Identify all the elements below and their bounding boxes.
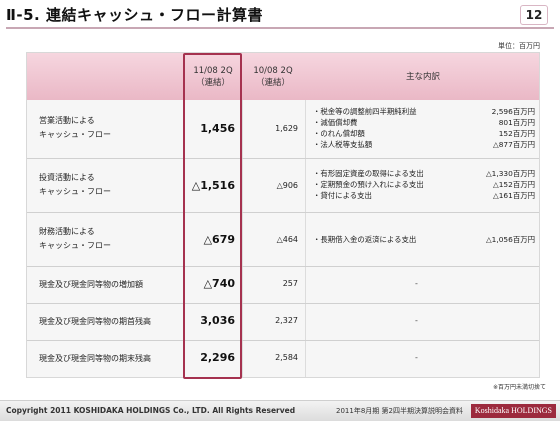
previous-period-value: 2,327 [275,316,298,325]
breakdown-item-amount: 2,596百万円 [491,107,535,116]
breakdown-empty: - [415,316,418,325]
row-label: 現金及び現金同等物の増加額 [39,280,143,289]
previous-period-value: △464 [276,235,298,244]
previous-period-value: 2,584 [275,353,298,362]
row-label-line1: 投資活動による [39,173,95,182]
table-row: 投資活動による キャッシュ・フロー △1,516 △906 ・有形固定資産の取得… [27,159,539,212]
title-divider [6,27,554,29]
row-label-line1: 営業活動による [39,116,95,125]
breakdown-list: ・長期借入金の返済による支出 △1,056百万円 [313,234,535,245]
breakdown-item: ・のれん償却額 152百万円 [313,128,535,139]
breakdown-item: ・定期預金の預け入れによる支出 △152百万円 [313,179,535,190]
cash-flow-table: 11/08 2Q （連結） 10/08 2Q （連結） 主な内訳 営業活動による… [26,52,540,378]
breakdown-item-amount: △161百万円 [493,191,535,200]
header-breakdown-label: 主な内訳 [405,71,440,82]
row-label-line2: キャッシュ・フロー [39,241,111,250]
breakdown-item: ・減価償却費 801百万円 [313,117,535,128]
table-header: 11/08 2Q （連結） 10/08 2Q （連結） 主な内訳 [27,53,539,100]
breakdown-item-label: ・貸付による支出 [313,191,372,200]
breakdown-item: ・有形固定資産の取得による支出 △1,330百万円 [313,168,535,179]
company-logo: Koshidaka HOLDINGS [470,404,556,418]
row-label-line2: キャッシュ・フロー [39,130,111,139]
logo-main: Koshidaka [474,406,510,415]
page-title: Ⅱ-5. 連結キャッシュ・フロー計算書 [6,6,263,24]
table-row: 営業活動による キャッシュ・フロー 1,456 1,629 ・税金等の調整前四半… [27,100,539,158]
table-row: 財務活動による キャッシュ・フロー △679 △464 ・長期借入金の返済による… [27,213,539,266]
breakdown-item-label: ・減価償却費 [313,118,358,127]
breakdown-list: ・税金等の調整前四半期純利益 2,596百万円 ・減価償却費 801百万円 ・のれん… [313,106,535,150]
breakdown-item-label: ・税金等の調整前四半期純利益 [313,107,417,116]
breakdown-item-amount: 801百万円 [498,118,535,127]
row-label: 財務活動による キャッシュ・フロー [39,225,111,253]
row-label-line1: 財務活動による [39,227,95,236]
breakdown-item-label: ・定期預金の預け入れによる支出 [313,180,424,189]
footnote: ※百万円未満切捨て [492,384,546,391]
table-row: 現金及び現金同等物の期首残高 3,036 2,327 - [27,304,539,340]
row-label: 現金及び現金同等物の期末残高 [39,354,151,363]
breakdown-item: ・長期借入金の返済による支出 △1,056百万円 [313,234,535,245]
title-bar: Ⅱ-5. 連結キャッシュ・フロー計算書 12 [0,0,560,29]
breakdown-item: ・貸付による支出 △161百万円 [313,190,535,201]
breakdown-item-label: ・法人税等支払額 [313,140,373,149]
header-previous-period: 10/08 2Q （連結） [244,53,302,100]
header-previous-period-line2: （連結） [255,77,290,88]
breakdown-item-label: ・長期借入金の返済による支出 [313,235,417,244]
row-label-line2: キャッシュ・フロー [39,187,111,196]
unit-note: 単位：百万円 [498,42,540,50]
breakdown-item-label: ・有形固定資産の取得による支出 [313,169,424,178]
copyright-text: Copyright 2011 KOSHIDAKA HOLDINGS Co., L… [6,406,296,415]
header-breakdown: 主な内訳 [307,53,539,100]
breakdown-item-amount: △1,056百万円 [485,235,535,244]
breakdown-list: ・有形固定資産の取得による支出 △1,330百万円 ・定期預金の預け入れによる支出… [313,168,535,201]
breakdown-item: ・法人税等支払額 △877百万円 [313,139,535,150]
logo-sub: HOLDINGS [511,406,552,415]
breakdown-empty: - [415,279,418,288]
header-previous-period-line1: 10/08 2Q [253,65,293,76]
previous-period-value: 1,629 [275,124,298,133]
previous-period-value: 257 [282,279,298,288]
row-label: 現金及び現金同等物の期首残高 [39,317,151,326]
footer: Copyright 2011 KOSHIDAKA HOLDINGS Co., L… [0,400,560,421]
page-number: 12 [520,5,548,25]
meeting-caption: 2011年8月期 第2四半期決算説明会資料 [336,407,463,415]
previous-period-value: △906 [276,181,298,190]
row-label: 営業活動による キャッシュ・フロー [39,114,111,142]
breakdown-item-amount: △877百万円 [493,140,535,149]
breakdown-item: ・税金等の調整前四半期純利益 2,596百万円 [313,106,535,117]
breakdown-item-amount: △1,330百万円 [485,169,535,178]
breakdown-item-amount: △152百万円 [493,180,535,189]
row-label: 投資活動による キャッシュ・フロー [39,171,111,199]
table-row: 現金及び現金同等物の期末残高 2,296 2,584 - [27,341,539,377]
breakdown-empty: - [415,353,418,362]
table-row: 現金及び現金同等物の増加額 △740 257 - [27,267,539,303]
breakdown-item-amount: 152百万円 [498,129,535,138]
current-period-highlight [183,53,242,379]
breakdown-item-label: ・のれん償却額 [313,129,365,138]
